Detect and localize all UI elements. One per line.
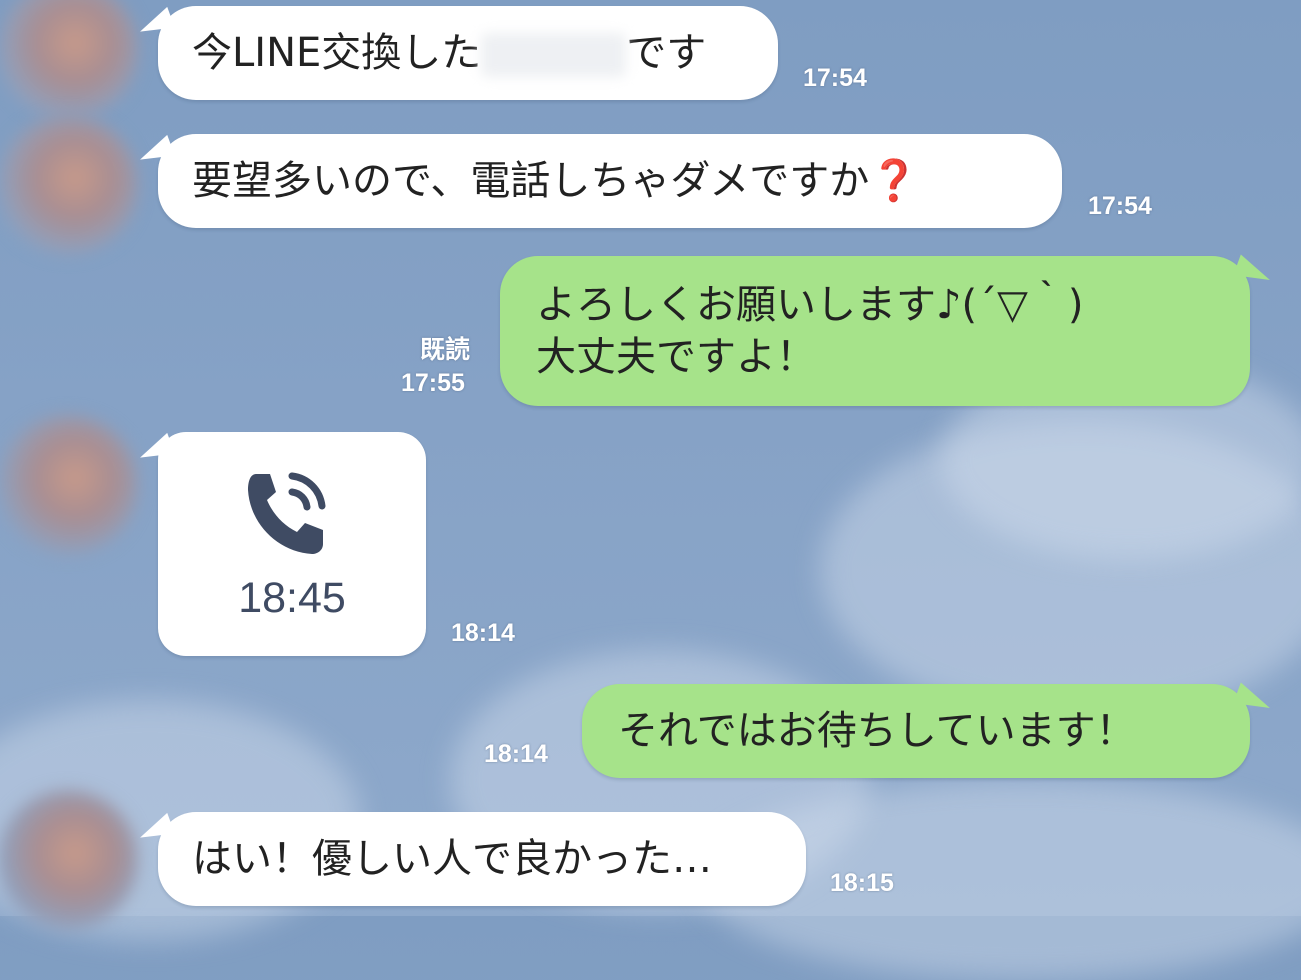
message-timestamp: 18:15 bbox=[830, 869, 894, 897]
incoming-message-bubble[interactable]: 要望多いので、電話しちゃダメですか❓ bbox=[135, 134, 1062, 228]
message-timestamp: 18:14 bbox=[451, 619, 515, 647]
incoming-message-bubble[interactable]: はい！優しい人で良かった… bbox=[135, 812, 806, 906]
message-timestamp: 18:14 bbox=[484, 740, 548, 768]
bubble-tail bbox=[1233, 682, 1275, 716]
message-text-line: 大丈夫ですよ！ bbox=[536, 334, 816, 380]
sender-avatar[interactable] bbox=[0, 115, 138, 255]
bubble-tail bbox=[135, 6, 175, 40]
message-text: 要望多いので、電話しちゃダメですか bbox=[192, 158, 870, 204]
message-timestamp: 17:54 bbox=[1088, 192, 1152, 220]
incoming-message-bubble[interactable]: 今LINE交換した です bbox=[135, 6, 778, 100]
redacted-name bbox=[481, 33, 627, 77]
voice-call-card[interactable]: 18:45 bbox=[135, 432, 426, 656]
call-duration: 18:45 bbox=[238, 574, 346, 622]
bubble-tail bbox=[135, 134, 175, 168]
outgoing-message-bubble[interactable]: よろしくお願いします♪(´▽｀) 大丈夫ですよ！ bbox=[500, 254, 1275, 406]
outgoing-message-bubble[interactable]: それではお待ちしています！ bbox=[582, 682, 1275, 778]
message-timestamp: 17:54 bbox=[803, 64, 867, 92]
phone-call-icon bbox=[248, 472, 326, 554]
message-text: はい！優しい人で良かった… bbox=[192, 836, 712, 882]
message-text: それではお待ちしています！ bbox=[618, 708, 1136, 754]
message-text-line: よろしくお願いします♪(´▽｀) bbox=[536, 282, 1084, 328]
sender-avatar[interactable] bbox=[0, 415, 138, 555]
message-text: です bbox=[626, 30, 707, 76]
bubble-tail bbox=[135, 432, 175, 466]
message-text: 今LINE交換した bbox=[192, 30, 482, 76]
sender-avatar[interactable] bbox=[0, 790, 138, 930]
question-emoji-icon: ❓ bbox=[869, 158, 920, 204]
read-receipt: 既読 bbox=[420, 335, 471, 364]
message-timestamp: 17:55 bbox=[401, 369, 465, 397]
sender-avatar[interactable] bbox=[0, 0, 138, 120]
